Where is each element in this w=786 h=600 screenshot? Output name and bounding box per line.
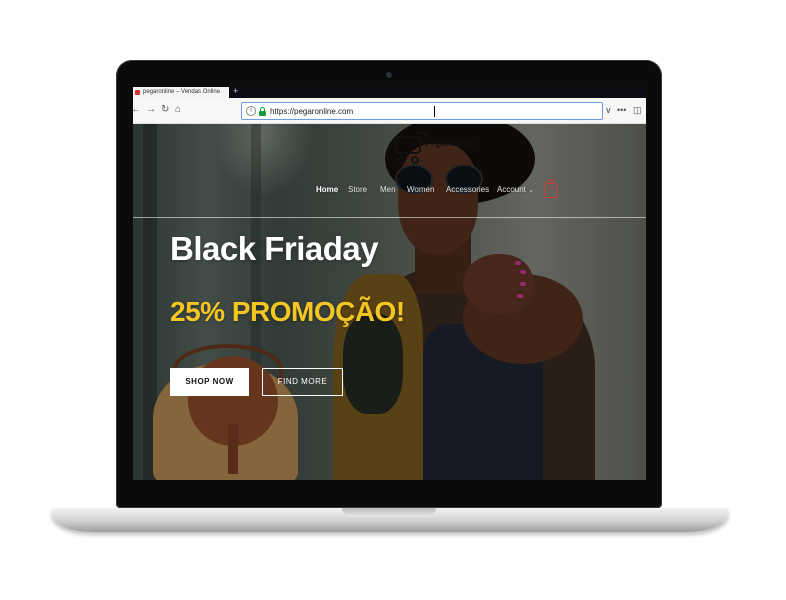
new-tab-button[interactable]: + — [233, 87, 238, 96]
menu-men[interactable]: Men — [380, 184, 396, 196]
cart-wheel — [411, 156, 419, 164]
menu-account[interactable]: Account ⌄ — [497, 184, 534, 197]
site-logo[interactable]: Pegaronline — [395, 132, 485, 168]
tab-strip: pegaronline – Vendas Online + — [133, 87, 646, 98]
chevron-down-icon: ⌄ — [528, 187, 535, 194]
menu-store[interactable]: Store — [348, 184, 367, 196]
find-more-button[interactable]: FIND MORE — [262, 368, 343, 396]
main-menu: Home Store Men Women Accessories Account… — [133, 184, 646, 198]
url-dropdown-icon[interactable]: ∨ — [605, 104, 612, 116]
hero-title: Black Friaday — [170, 230, 379, 267]
reload-button[interactable]: ↻ — [161, 104, 169, 116]
info-icon[interactable]: i — [246, 106, 256, 116]
pocket-icon[interactable]: ◫ — [633, 104, 642, 116]
menu-women[interactable]: Women — [407, 184, 434, 196]
camera-icon — [386, 72, 392, 78]
hero-promo: 25% PROMOÇÃO! — [170, 296, 405, 327]
text-caret — [434, 106, 435, 117]
lock-icon — [259, 107, 266, 116]
menu-home[interactable]: Home — [316, 184, 338, 196]
home-button[interactable]: ⌂ — [175, 104, 181, 116]
cart-wheel — [398, 156, 406, 164]
browser-toolbar: ← → ↻ ⌂ i https://pegaronline.com ∨ ••• … — [133, 98, 646, 124]
header-divider — [133, 217, 646, 218]
menu-accessories[interactable]: Accessories — [446, 184, 489, 196]
menu-account-label: Account — [497, 185, 526, 194]
forward-button[interactable]: → — [146, 104, 156, 116]
laptop-notch — [342, 508, 436, 517]
page-actions-icon[interactable]: ••• — [617, 104, 626, 116]
hero-section: Pegaronline Home Store Men Women Accesso… — [133, 124, 646, 480]
browser-tab[interactable]: pegaronline – Vendas Online — [133, 87, 229, 98]
logo-text: Pegaronline — [425, 138, 476, 149]
url-bar[interactable]: i https://pegaronline.com — [241, 102, 603, 120]
cart-count: 0 — [549, 186, 553, 193]
cart-logo-icon — [395, 136, 421, 154]
shop-now-button[interactable]: SHOP NOW — [170, 368, 249, 396]
tab-title: pegaronline – Vendas Online — [143, 89, 221, 95]
back-button[interactable]: ← — [133, 104, 141, 116]
favicon-icon — [135, 90, 140, 95]
laptop-screen: pegaronline – Vendas Online + ← → ↻ ⌂ i … — [133, 87, 646, 480]
url-text: https://pegaronline.com — [270, 107, 354, 116]
